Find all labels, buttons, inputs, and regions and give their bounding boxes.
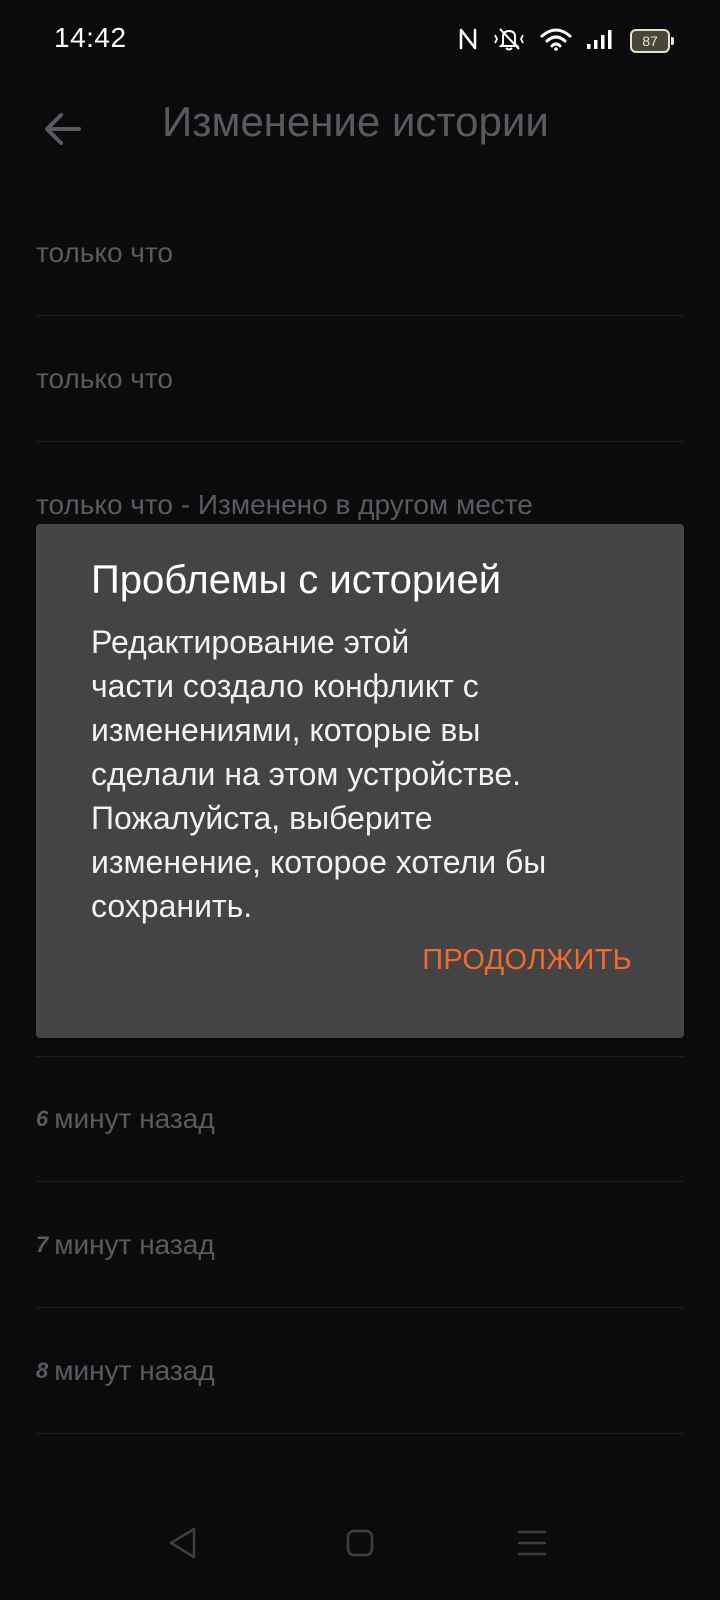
dialog-message: Редактирование этой части создало конфли… xyxy=(91,620,621,928)
history-item[interactable]: 6 минут назад xyxy=(36,1056,684,1182)
wifi-icon xyxy=(540,27,572,56)
continue-button[interactable]: ПРОДОЛЖИТЬ xyxy=(422,944,632,977)
system-nav-bar xyxy=(0,1490,720,1600)
history-list: только что только что только что - Измен… xyxy=(36,190,684,568)
signal-icon xyxy=(586,28,616,55)
history-item-number: 7 xyxy=(36,1231,49,1257)
history-item-label: только что - Изменено в другом месте xyxy=(36,488,533,520)
dialog-message-line: сделали на этом устройстве. xyxy=(91,756,522,792)
nfc-icon xyxy=(458,27,478,56)
status-bar: 14:42 87 xyxy=(0,0,720,84)
history-item[interactable]: только что xyxy=(36,316,684,442)
history-item-number: 8 xyxy=(36,1357,49,1383)
screen: 14:42 87 Изменение истории только что то… xyxy=(0,0,720,1600)
battery-icon: 87 xyxy=(630,29,674,53)
history-item-label: минут назад xyxy=(54,1354,215,1386)
history-list-lower: 6 минут назад 7 минут назад 8 минут наза… xyxy=(36,1056,684,1434)
back-triangle-icon xyxy=(167,1526,199,1565)
arrow-left-icon xyxy=(43,111,83,152)
history-item[interactable]: 7 минут назад xyxy=(36,1182,684,1308)
dialog-message-line: части создало конфликт с xyxy=(91,668,479,704)
dialog-message-line: Редактирование этой xyxy=(91,624,410,660)
history-item-label: минут назад xyxy=(54,1103,215,1134)
history-item-label: минут назад xyxy=(54,1228,215,1260)
status-time: 14:42 xyxy=(54,22,127,53)
history-item-label: только что xyxy=(36,362,173,394)
dialog-message-line: Пожалуйста, выберите xyxy=(91,800,433,836)
back-button[interactable] xyxy=(38,106,88,156)
history-conflict-dialog: Проблемы с историей Редактирование этой … xyxy=(36,524,684,1038)
history-item-number: 6 xyxy=(36,1106,49,1131)
history-item[interactable]: только что xyxy=(36,190,684,316)
vibrate-icon xyxy=(492,26,526,57)
battery-level: 87 xyxy=(642,33,658,49)
nav-home-button[interactable] xyxy=(335,1520,385,1570)
nav-recents-button[interactable] xyxy=(507,1520,557,1570)
dialog-message-line: изменениями, которые вы xyxy=(91,712,481,748)
dialog-message-line: сохранить. xyxy=(91,888,253,924)
home-square-icon xyxy=(345,1528,375,1563)
dialog-message-line: изменение, которое хотели бы xyxy=(91,844,547,880)
history-item[interactable]: 8 минут назад xyxy=(36,1308,684,1434)
app-bar: Изменение истории xyxy=(0,84,720,192)
nav-back-button[interactable] xyxy=(158,1520,208,1570)
status-icons: 87 xyxy=(458,24,674,58)
page-title: Изменение истории xyxy=(162,98,549,145)
history-item-label: только что xyxy=(36,236,173,268)
dialog-title: Проблемы с историей xyxy=(91,558,502,602)
recents-menu-icon xyxy=(516,1528,548,1563)
